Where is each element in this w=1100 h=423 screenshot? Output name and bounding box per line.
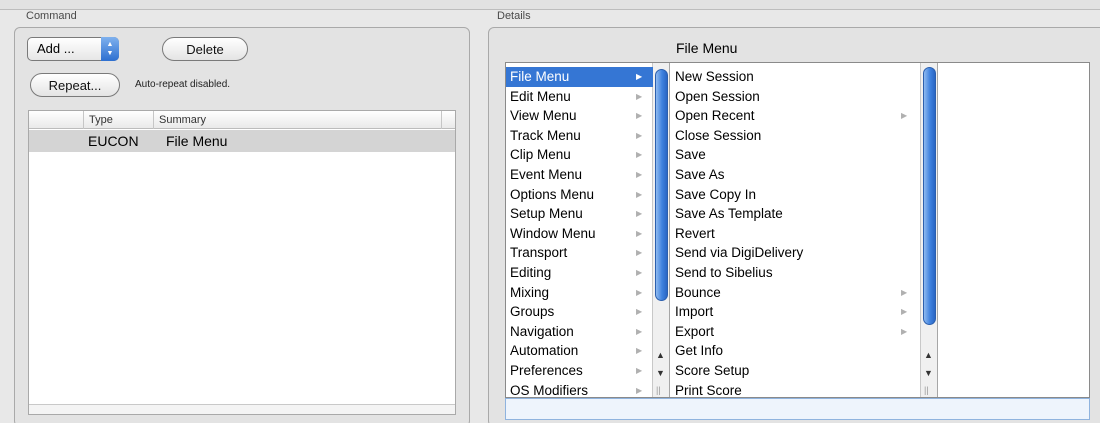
browser-column-commands[interactable]: ▲ ▼ || New Session Open Session Open Recen… — [671, 63, 938, 398]
submenu-arrow-icon: ▶ — [901, 307, 908, 317]
resize-grip-icon[interactable]: || — [656, 385, 661, 395]
scroll-down-icon[interactable]: ▼ — [656, 368, 665, 378]
add-popup-button[interactable]: Add ... ▲ ▼ — [27, 37, 119, 61]
submenu-arrow-icon: ▶ — [636, 228, 643, 238]
column2-scrollbar[interactable]: ▲ ▼ || — [920, 63, 937, 397]
command-item[interactable]: Bounce ▶ — [671, 283, 920, 303]
command-group-label: Command — [26, 10, 77, 22]
submenu-arrow-icon: ▶ — [636, 209, 643, 219]
table-footer — [29, 404, 455, 414]
submenu-arrow-icon: ▶ — [901, 287, 908, 297]
command-item[interactable]: Open Recent ▶ — [671, 106, 920, 126]
add-popup-label: Add ... — [37, 41, 75, 56]
category-item[interactable]: Mixing ▶ — [506, 283, 653, 303]
col-header-summary[interactable]: Summary — [159, 114, 206, 126]
command-item[interactable]: Close Session — [671, 126, 920, 146]
submenu-arrow-icon: ▶ — [636, 91, 643, 101]
column2-scroll-thumb[interactable] — [923, 67, 936, 325]
command-item[interactable]: Save As Template — [671, 204, 920, 224]
submenu-arrow-icon: ▶ — [636, 111, 643, 121]
category-item[interactable]: Track Menu ▶ — [506, 126, 653, 146]
submenu-arrow-icon: ▶ — [636, 189, 643, 199]
browser-column-empty[interactable] — [939, 63, 1089, 397]
menu-browser[interactable]: ▲ ▼ || File Menu ▶ Edit Menu ▶ View Menu ▶ Tra… — [505, 62, 1090, 398]
delete-button[interactable]: Delete — [162, 37, 248, 61]
submenu-arrow-icon: ▶ — [901, 326, 908, 336]
category-item[interactable]: Transport ▶ — [506, 243, 653, 263]
submenu-arrow-icon: ▶ — [636, 72, 643, 81]
table-header: Type Summary — [29, 111, 455, 129]
scroll-up-icon[interactable]: ▲ — [656, 350, 665, 360]
command-item[interactable]: Save Copy In — [671, 185, 920, 205]
command-item[interactable]: Score Setup — [671, 361, 920, 381]
command-item[interactable]: Save — [671, 145, 920, 165]
command-item[interactable]: Revert — [671, 224, 920, 244]
command-table[interactable]: Type Summary EUCON File Menu — [28, 110, 456, 415]
scroll-up-icon[interactable]: ▲ — [924, 350, 933, 360]
submenu-arrow-icon: ▶ — [636, 307, 643, 317]
submenu-arrow-icon: ▶ — [636, 326, 643, 336]
submenu-arrow-icon: ▶ — [636, 268, 643, 277]
column1-scrollbar[interactable]: ▲ ▼ || — [652, 63, 669, 397]
submenu-arrow-icon: ▶ — [636, 150, 643, 160]
submenu-arrow-icon: ▶ — [636, 170, 643, 179]
column1-scroll-thumb[interactable] — [655, 69, 668, 301]
repeat-button[interactable]: Repeat... — [30, 73, 120, 97]
category-item[interactable]: Navigation ▶ — [506, 322, 653, 342]
scroll-down-icon[interactable]: ▼ — [924, 368, 933, 378]
submenu-arrow-icon: ▶ — [636, 248, 643, 258]
category-item[interactable]: Editing ▶ — [506, 263, 653, 283]
category-item[interactable]: Preferences ▶ — [506, 361, 653, 381]
category-item[interactable]: Event Menu ▶ — [506, 165, 653, 185]
resize-grip-icon[interactable]: || — [924, 385, 929, 395]
command-item[interactable]: Send to Sibelius — [671, 263, 920, 283]
category-item[interactable]: Window Menu ▶ — [506, 224, 653, 244]
command-item[interactable]: Import ▶ — [671, 302, 920, 322]
command-item[interactable]: Open Session — [671, 87, 920, 107]
category-item[interactable]: Setup Menu ▶ — [506, 204, 653, 224]
category-item[interactable]: Automation ▶ — [506, 341, 653, 361]
category-item[interactable]: Edit Menu ▶ — [506, 87, 653, 107]
category-item[interactable]: Clip Menu ▶ — [506, 145, 653, 165]
category-item[interactable]: Options Menu ▶ — [506, 185, 653, 205]
command-item[interactable]: Get Info — [671, 341, 920, 361]
popup-arrows-icon: ▲ ▼ — [101, 37, 119, 61]
command-item[interactable]: New Session — [671, 67, 920, 87]
submenu-arrow-icon: ▶ — [636, 130, 643, 140]
submenu-arrow-icon: ▶ — [636, 287, 643, 297]
command-item[interactable]: Save As — [671, 165, 920, 185]
submenu-arrow-icon: ▶ — [636, 366, 643, 375]
category-item[interactable]: View Menu ▶ — [506, 106, 653, 126]
command-item[interactable]: Export ▶ — [671, 322, 920, 342]
browser-column-categories[interactable]: ▲ ▼ || File Menu ▶ Edit Menu ▶ View Menu ▶ Tra… — [506, 63, 670, 398]
category-item[interactable]: Groups ▶ — [506, 302, 653, 322]
table-row[interactable]: EUCON File Menu — [29, 130, 455, 152]
auto-repeat-status: Auto-repeat disabled. — [135, 79, 231, 90]
details-group-label: Details — [497, 10, 531, 22]
window-top-edge — [0, 0, 1100, 10]
col-header-type[interactable]: Type — [89, 114, 113, 126]
row-type: EUCON — [88, 133, 139, 149]
submenu-arrow-icon: ▶ — [636, 346, 643, 356]
command-item[interactable]: Send via DigiDelivery — [671, 243, 920, 263]
category-item[interactable]: File Menu ▶ — [506, 67, 653, 87]
details-title: File Menu — [676, 40, 738, 56]
submenu-arrow-icon: ▶ — [901, 111, 908, 121]
row-summary: File Menu — [166, 133, 228, 149]
browser-horizontal-scrollbar[interactable] — [505, 398, 1090, 420]
